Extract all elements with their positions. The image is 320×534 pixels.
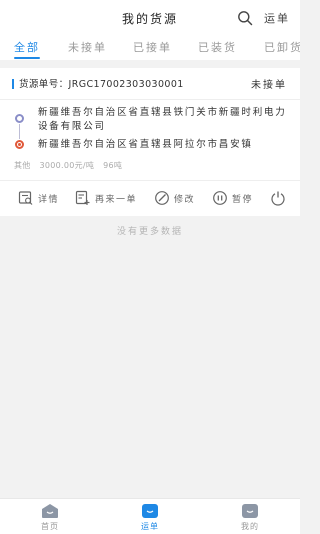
edit-icon bbox=[155, 191, 169, 205]
accent-bar bbox=[12, 79, 14, 89]
origin-address: 新疆维吾尔自治区省直辖县铁门关市新疆时利电力设备有限公司 bbox=[38, 107, 287, 132]
cargo-number-value: JRGC17002303030001 bbox=[68, 79, 184, 90]
profile-icon bbox=[242, 504, 258, 518]
cargo-price: 3000.00元/吨 bbox=[39, 161, 95, 170]
tabbar-waybill[interactable]: 运单 bbox=[130, 503, 170, 532]
pause-button[interactable]: 暂停 bbox=[212, 189, 253, 207]
add-order-icon bbox=[75, 190, 90, 205]
detail-button[interactable]: 详情 bbox=[18, 189, 59, 207]
home-icon bbox=[42, 504, 58, 518]
waybill-link[interactable]: 运单 bbox=[264, 10, 290, 26]
active-tab-indicator bbox=[14, 57, 40, 59]
tab-accepted[interactable]: 已接单 bbox=[133, 39, 172, 55]
cargo-actions: 详情 再来一单 修改 暂停 bbox=[0, 180, 300, 216]
pause-icon bbox=[213, 191, 227, 205]
destination-address: 新疆维吾尔自治区省直辖县阿拉尔市昌安镇 bbox=[38, 139, 253, 150]
status-tabs: 全部 未接单 已接单 已装货 已卸货 bbox=[0, 36, 300, 60]
tabbar-waybill-label: 运单 bbox=[141, 522, 159, 531]
power-button[interactable] bbox=[270, 189, 286, 207]
reorder-button[interactable]: 再来一单 bbox=[75, 189, 137, 207]
tab-unloaded[interactable]: 已卸货 bbox=[264, 39, 300, 55]
waybill-icon bbox=[142, 504, 158, 518]
cargo-meta: 其他 3000.00元/吨 96吨 bbox=[14, 160, 128, 171]
top-header: 我的货源 运单 bbox=[0, 0, 300, 36]
destination-dot-icon bbox=[15, 140, 24, 149]
cargo-card-header: 货源单号：JRGC17002303030001 未接单 bbox=[0, 68, 300, 100]
tab-all[interactable]: 全部 bbox=[14, 39, 40, 55]
cargo-card[interactable]: 货源单号：JRGC17002303030001 未接单 新疆维吾尔自治区省直辖县… bbox=[0, 68, 300, 216]
tabbar-home[interactable]: 首页 bbox=[30, 503, 70, 532]
search-icon[interactable] bbox=[237, 10, 253, 26]
power-icon bbox=[271, 191, 285, 206]
cargo-weight: 96吨 bbox=[103, 161, 123, 170]
cargo-number: 货源单号：JRGC17002303030001 bbox=[19, 76, 184, 90]
detail-label: 详情 bbox=[38, 194, 60, 205]
tabbar-profile[interactable]: 我的 bbox=[230, 503, 270, 532]
pause-label: 暂停 bbox=[232, 194, 254, 205]
tabbar-home-label: 首页 bbox=[41, 522, 59, 531]
cargo-number-label: 货源单号： bbox=[19, 79, 69, 90]
tab-not-accepted[interactable]: 未接单 bbox=[68, 39, 107, 55]
route-line bbox=[19, 124, 20, 139]
edit-button[interactable]: 修改 bbox=[154, 189, 195, 207]
tabbar-profile-label: 我的 bbox=[241, 522, 259, 531]
page-title: 我的货源 bbox=[121, 12, 178, 26]
tab-loaded[interactable]: 已装货 bbox=[198, 39, 237, 55]
status-badge: 未接单 bbox=[251, 80, 287, 91]
bottom-tab-bar: 首页 运单 我的 bbox=[0, 498, 300, 534]
detail-icon bbox=[18, 191, 33, 205]
origin-dot-icon bbox=[15, 114, 24, 123]
no-more-data: 没有更多数据 bbox=[116, 227, 183, 237]
edit-label: 修改 bbox=[174, 194, 196, 205]
reorder-label: 再来一单 bbox=[95, 194, 138, 205]
cargo-type: 其他 bbox=[14, 161, 31, 170]
